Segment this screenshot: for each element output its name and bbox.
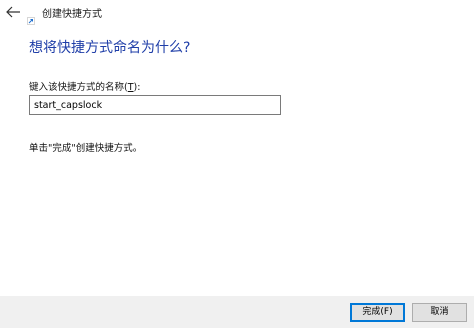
cancel-button[interactable]: 取消 bbox=[412, 303, 467, 322]
window-title: 创建快捷方式 bbox=[42, 9, 102, 20]
page-heading: 想将快捷方式命名为什么? bbox=[29, 40, 191, 56]
title-bar: 创建快捷方式 bbox=[0, 0, 474, 30]
shortcut-name-input[interactable] bbox=[29, 95, 281, 115]
name-field-label-prefix: 键入该快捷方式的名称( bbox=[29, 82, 128, 93]
finish-hint: 单击"完成"创建快捷方式。 bbox=[29, 143, 143, 154]
arrow-left-icon bbox=[6, 6, 20, 18]
shortcut-icon bbox=[27, 10, 35, 25]
name-field-label-suffix: ): bbox=[133, 82, 141, 93]
back-button[interactable] bbox=[4, 4, 22, 20]
footer-bar: 完成(F) 取消 bbox=[0, 296, 474, 328]
name-field-label: 键入该快捷方式的名称(T): bbox=[29, 81, 140, 94]
finish-button[interactable]: 完成(F) bbox=[350, 303, 405, 322]
